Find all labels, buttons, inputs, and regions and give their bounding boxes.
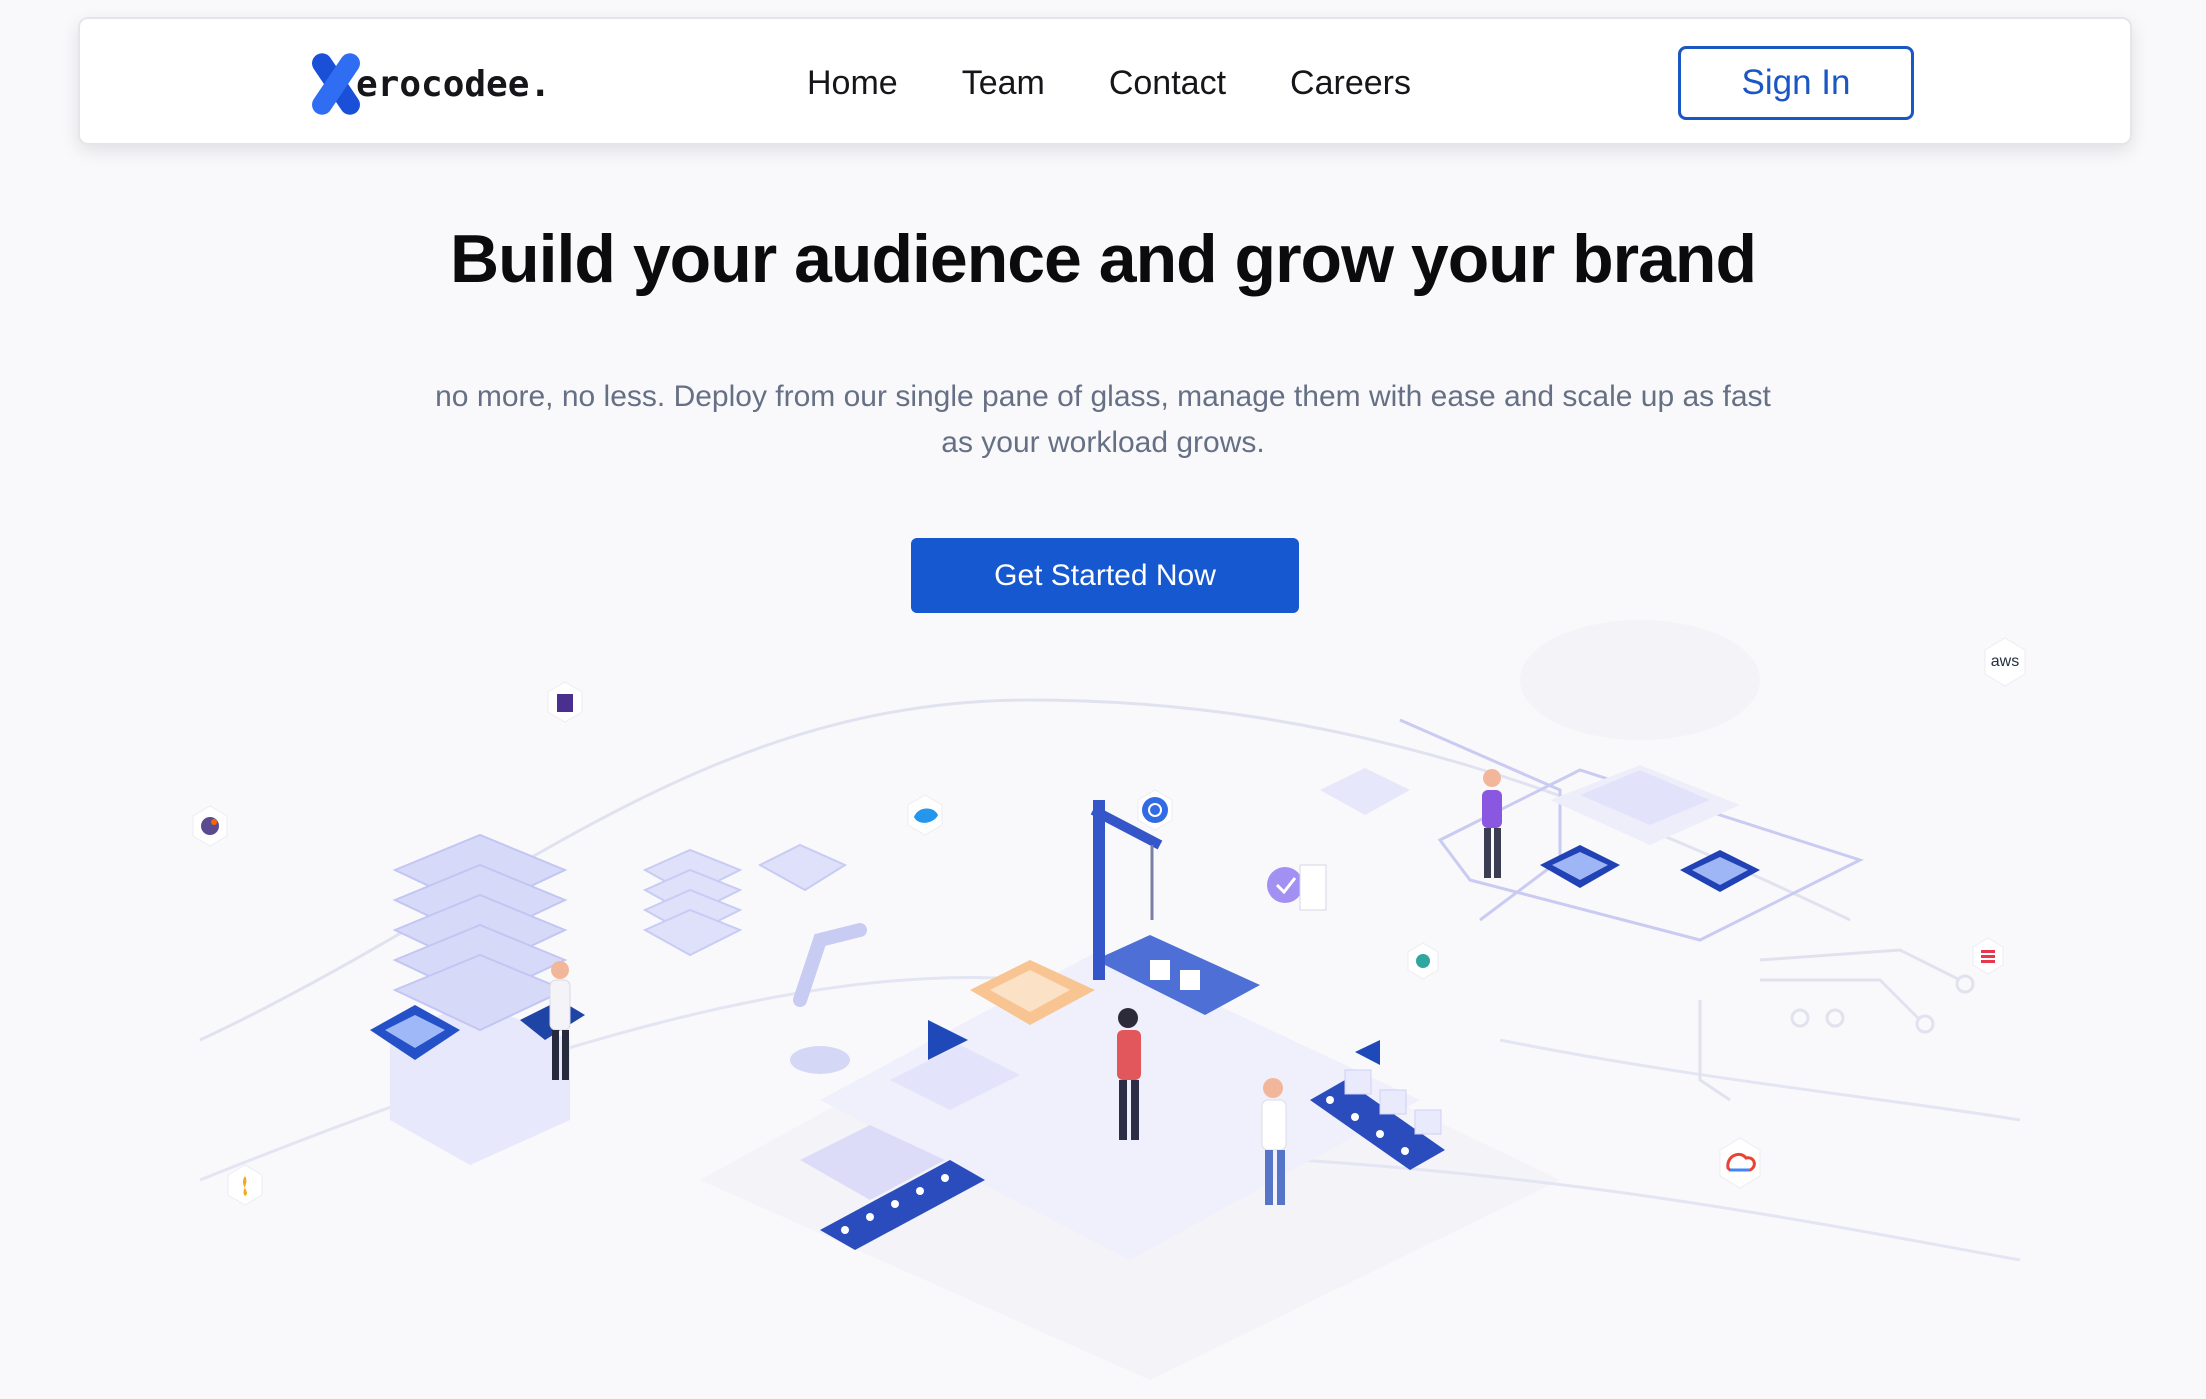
get-started-button[interactable]: Get Started Now bbox=[911, 538, 1299, 613]
helm-icon bbox=[1972, 937, 2004, 975]
kubernetes-icon bbox=[1137, 789, 1173, 831]
logo-x-icon bbox=[302, 49, 366, 119]
nav-link-team[interactable]: Team bbox=[962, 64, 1045, 103]
nav-link-home[interactable]: Home bbox=[807, 64, 898, 103]
aws-icon: aws bbox=[1984, 637, 2026, 687]
hero-illustration: aws bbox=[192, 620, 2026, 1380]
hero-title: Build your audience and grow your brand bbox=[449, 221, 1757, 297]
sign-in-button[interactable]: Sign In bbox=[1678, 46, 1914, 120]
cloud-platform-right bbox=[1320, 765, 1760, 892]
top-navbar: erocodee. Home Team Contact Careers Sign… bbox=[78, 17, 2132, 145]
prometheus-icon bbox=[227, 1164, 263, 1206]
brand-name: erocodee. bbox=[356, 63, 552, 105]
nav-link-contact[interactable]: Contact bbox=[1109, 64, 1226, 103]
brand-logo[interactable]: erocodee. bbox=[302, 49, 551, 119]
docker-icon bbox=[907, 794, 943, 836]
server-stack-left bbox=[370, 833, 585, 1165]
nav-link-careers[interactable]: Careers bbox=[1290, 64, 1411, 103]
main-nav: Home Team Contact Careers bbox=[807, 19, 1411, 147]
google-cloud-icon bbox=[1719, 1137, 1761, 1189]
ansible-icon bbox=[1407, 942, 1439, 980]
grafana-icon bbox=[192, 805, 228, 847]
hero-subtitle: no more, no less. Deploy from our single… bbox=[435, 380, 1771, 459]
terraform-icon bbox=[547, 681, 583, 723]
aws-badge-label: aws bbox=[1991, 653, 2019, 670]
